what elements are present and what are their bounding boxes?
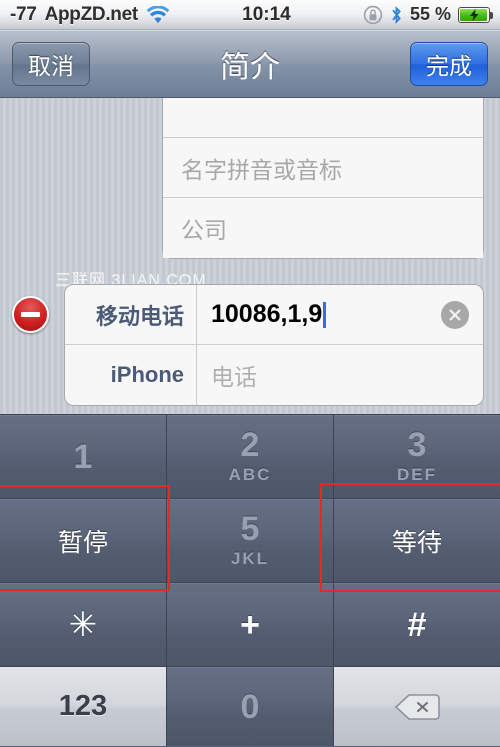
wifi-icon [146, 5, 170, 24]
key-5[interactable]: 5 JKL [167, 499, 334, 583]
keypad-row-3: ✳ + # [0, 583, 500, 667]
key-backspace[interactable] [334, 667, 500, 746]
status-bar-center: 10:14 [170, 4, 363, 26]
iphone-phone-input[interactable]: 电话 [197, 358, 483, 392]
key-3-letters: DEF [397, 465, 437, 484]
name-phonetic-placeholder: 名字拼音或音标 [181, 156, 342, 183]
key-1[interactable]: 1 [0, 415, 167, 499]
status-bar-left: -77 AppZD.net [10, 4, 170, 26]
key-plus-symbol: + [240, 605, 260, 644]
status-bar: -77 AppZD.net 10:14 55 % [0, 0, 500, 30]
keypad-row-4: 123 0 [0, 667, 500, 746]
delete-minus-icon[interactable] [12, 296, 49, 333]
cancel-button[interactable]: 取消 [12, 41, 90, 86]
clear-x-icon[interactable] [441, 300, 469, 329]
key-asterisk[interactable]: ✳ [0, 583, 167, 667]
navigation-bar: 取消 简介 完成 [0, 30, 500, 98]
numeric-keypad: 1 2 ABC 3 DEF 暂停 5 JKL 等待 ✳ + # 123 0 [0, 414, 500, 747]
battery-charging-icon [458, 6, 493, 23]
key-2-letters: ABC [228, 465, 272, 484]
mobile-phone-value: 10086,1,9 [211, 300, 323, 328]
clock: 10:14 [242, 3, 291, 25]
mobile-phone-label: 移动电话 [65, 285, 197, 344]
key-5-letters: JKL [230, 549, 270, 568]
done-button-label: 完成 [426, 52, 472, 79]
keypad-row-1: 1 2 ABC 3 DEF [0, 415, 500, 499]
key-hash[interactable]: # [334, 583, 500, 667]
key-plus[interactable]: + [167, 583, 334, 667]
iphone-screen: -77 AppZD.net 10:14 55 % 取消 简介 完成 三联网 3L… [0, 0, 500, 747]
name-phonetic-row[interactable]: 名字拼音或音标 [163, 138, 483, 198]
contact-edit-form: 三联网 3LIAN.COM 名字拼音或音标 公司 移动电话 10086,1,9 [0, 98, 500, 414]
rotation-lock-icon [363, 5, 383, 25]
done-button[interactable]: 完成 [410, 41, 488, 86]
key-1-digit: 1 [73, 437, 93, 476]
key-hash-symbol: # [407, 605, 427, 644]
iphone-phone-label: iPhone [65, 345, 197, 405]
key-0[interactable]: 0 [167, 667, 334, 746]
name-fields-group: 名字拼音或音标 公司 [162, 98, 484, 259]
keypad-row-2: 暂停 5 JKL 等待 [0, 499, 500, 583]
signal-strength-text: -77 [10, 3, 37, 25]
partial-row-above[interactable] [163, 98, 483, 138]
key-switch-to-123[interactable]: 123 [0, 667, 167, 746]
key-3[interactable]: 3 DEF [334, 415, 500, 499]
cancel-button-label: 取消 [28, 52, 74, 79]
key-123-label: 123 [58, 690, 108, 722]
battery-percent: 55 % [409, 4, 451, 24]
key-pause-label: 暂停 [57, 528, 108, 557]
bluetooth-icon [390, 5, 403, 25]
backspace-icon [394, 692, 440, 722]
iphone-phone-row[interactable]: iPhone 电话 [65, 345, 483, 405]
key-2[interactable]: 2 ABC [167, 415, 334, 499]
key-asterisk-symbol: ✳ [68, 605, 98, 644]
minus-bar [21, 312, 40, 317]
key-3-digit: 3 [407, 426, 427, 464]
status-bar-right: 55 % [363, 4, 493, 25]
company-row[interactable]: 公司 [163, 198, 483, 258]
key-wait[interactable]: 等待 [334, 499, 500, 583]
mobile-phone-row[interactable]: 移动电话 10086,1,9 [65, 285, 483, 345]
carrier-name: AppZD.net [44, 3, 139, 25]
phone-fields-group: 移动电话 10086,1,9 iPhone 电话 [64, 284, 484, 406]
key-pause[interactable]: 暂停 [0, 499, 167, 583]
key-5-digit: 5 [240, 510, 260, 548]
key-2-digit: 2 [240, 426, 260, 464]
key-wait-label: 等待 [391, 528, 442, 557]
company-placeholder: 公司 [181, 217, 227, 243]
key-0-digit: 0 [240, 687, 260, 726]
text-caret [323, 301, 327, 328]
